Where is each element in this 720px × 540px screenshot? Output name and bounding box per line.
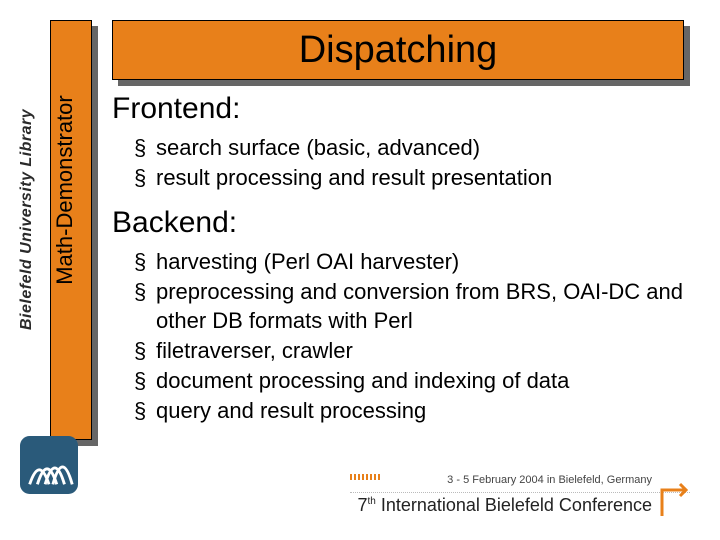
list-item: document processing and indexing of data bbox=[134, 367, 692, 395]
list-item: preprocessing and conversion from BRS, O… bbox=[134, 278, 692, 334]
list-item: search surface (basic, advanced) bbox=[134, 134, 692, 162]
list-item: query and result processing bbox=[134, 397, 692, 425]
list-item: result processing and result presentatio… bbox=[134, 164, 692, 192]
footer: 3 - 5 February 2004 in Bielefeld, German… bbox=[0, 470, 720, 540]
footer-ordinal: 7 bbox=[357, 495, 367, 515]
library-logo-text: Bielefeld University Library bbox=[18, 20, 36, 330]
list-item: harvesting (Perl OAI harvester) bbox=[134, 248, 692, 276]
slide: Math-Demonstrator Bielefeld University L… bbox=[0, 0, 720, 540]
footer-divider bbox=[350, 492, 690, 493]
frontend-heading: Frontend: bbox=[112, 92, 692, 126]
footer-conference: 7th International Bielefeld Conference bbox=[357, 495, 652, 516]
slide-title: Dispatching bbox=[299, 29, 498, 72]
footer-ordinal-suffix: th bbox=[367, 496, 375, 507]
backend-heading: Backend: bbox=[112, 206, 692, 240]
backend-list: harvesting (Perl OAI harvester) preproce… bbox=[112, 248, 692, 425]
footer-mark-icon bbox=[660, 482, 688, 518]
footer-conference-name: International Bielefeld Conference bbox=[376, 495, 652, 515]
footer-date: 3 - 5 February 2004 in Bielefeld, German… bbox=[447, 474, 652, 486]
list-item: filetraverser, crawler bbox=[134, 337, 692, 365]
content-area: Frontend: search surface (basic, advance… bbox=[112, 92, 692, 427]
frontend-list: search surface (basic, advanced) result … bbox=[112, 134, 692, 192]
footer-dots-icon bbox=[350, 474, 380, 480]
title-bar: Dispatching bbox=[112, 20, 684, 80]
sidebar-label: Math-Demonstrator bbox=[52, 70, 78, 310]
